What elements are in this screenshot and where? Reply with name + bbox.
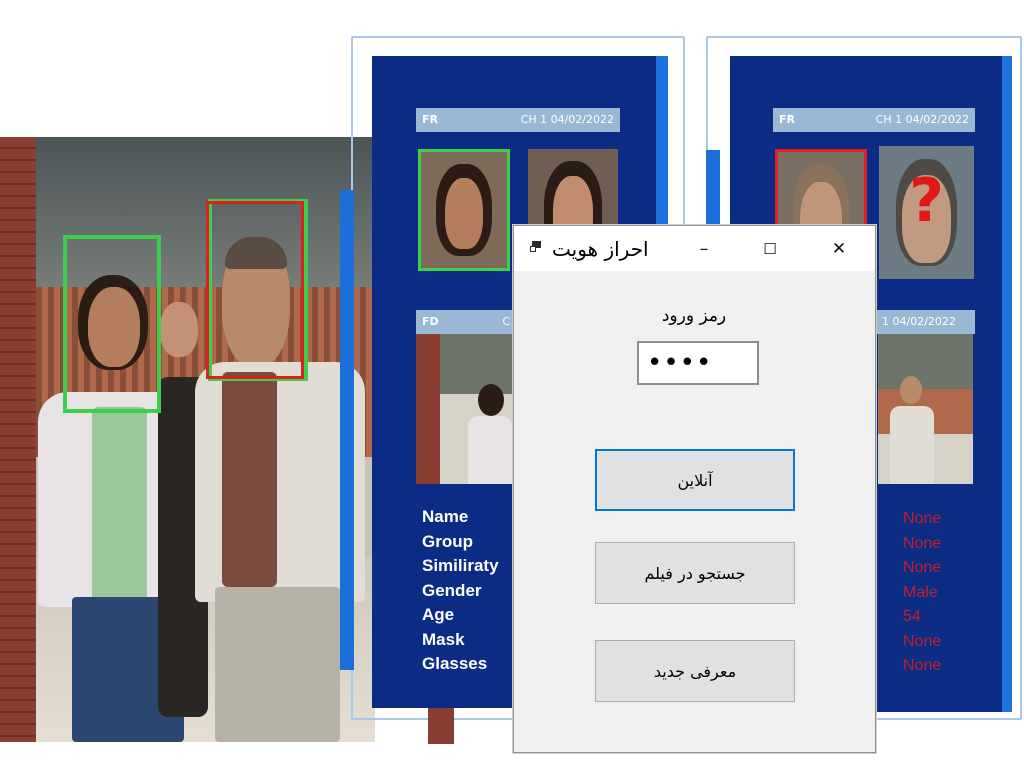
value-group: None [903, 534, 942, 552]
fd-info-right: 1 04/02/2022 [882, 315, 956, 328]
value-glasses: None [903, 657, 942, 674]
field-list-left: Name Group Similiraty Gender Age Mask Gl… [422, 505, 499, 677]
app-window-icon [530, 241, 541, 252]
building-background [0, 137, 375, 297]
field-gender: Gender [422, 580, 482, 600]
dialog-titlebar[interactable]: احراز هویت – ☐ ✕ [514, 226, 875, 271]
value-mask: None [903, 632, 942, 650]
fr-label: FR [422, 113, 438, 126]
face-box-match [63, 235, 161, 413]
dialog-title: احراز هویت [552, 237, 649, 261]
fd-info: C [502, 315, 510, 328]
monitor-left-stand [428, 708, 454, 744]
value-gender: Male [903, 583, 938, 601]
monitor-right-fr-header: FR CH 1 04/02/2022 [773, 108, 975, 132]
field-similarity: Similiraty [422, 556, 499, 575]
field-glasses: Glasses [422, 654, 488, 673]
fr-label-right: FR [779, 113, 795, 126]
street-photo [0, 137, 375, 742]
maximize-button[interactable]: ☐ [737, 226, 803, 271]
online-button[interactable]: آنلاین [595, 449, 795, 511]
thumb-fd-scene [416, 334, 514, 484]
thumb-fd-scene-right [878, 334, 973, 484]
value-name: None [903, 510, 942, 527]
question-mark-icon: ? [909, 166, 944, 236]
brick-wall [0, 137, 36, 742]
monitor-right-fd-header: 1 04/02/2022 [876, 310, 975, 334]
fd-label: FD [422, 315, 439, 328]
maximize-icon: ☐ [763, 239, 777, 258]
register-new-button[interactable]: معرفی جدید [595, 640, 795, 702]
thumb-man-unknown: ? [879, 146, 974, 279]
auth-dialog: احراز هویت – ☐ ✕ رمز ورود آنلاین جستجو د… [513, 225, 876, 753]
fr-info-right: CH 1 04/02/2022 [875, 113, 969, 126]
face-box-unknown [206, 201, 304, 379]
field-name: Name [422, 507, 469, 526]
monitor-left-fr-header: FR CH 1 04/02/2022 [416, 108, 620, 132]
minimize-button[interactable]: – [671, 226, 737, 271]
monitor-left-side-stripe [340, 190, 354, 670]
monitor-left-fd-header: FD C [416, 310, 516, 334]
password-field[interactable] [637, 341, 759, 385]
value-similarity: None [903, 559, 942, 576]
fr-info: CH 1 04/02/2022 [520, 113, 614, 126]
close-button[interactable]: ✕ [806, 226, 872, 271]
minimize-icon: – [699, 238, 709, 259]
value-age: 54 [903, 608, 921, 625]
field-mask: Mask [422, 629, 465, 649]
close-icon: ✕ [831, 238, 847, 259]
value-list-right: None None None Male 54 None None [903, 507, 941, 679]
field-age: Age [422, 605, 455, 624]
field-group: Group [422, 531, 473, 551]
password-label: رمز ورود [661, 306, 727, 326]
search-film-button[interactable]: جستجو در فیلم [595, 542, 795, 604]
thumb-woman-detected [418, 149, 510, 271]
